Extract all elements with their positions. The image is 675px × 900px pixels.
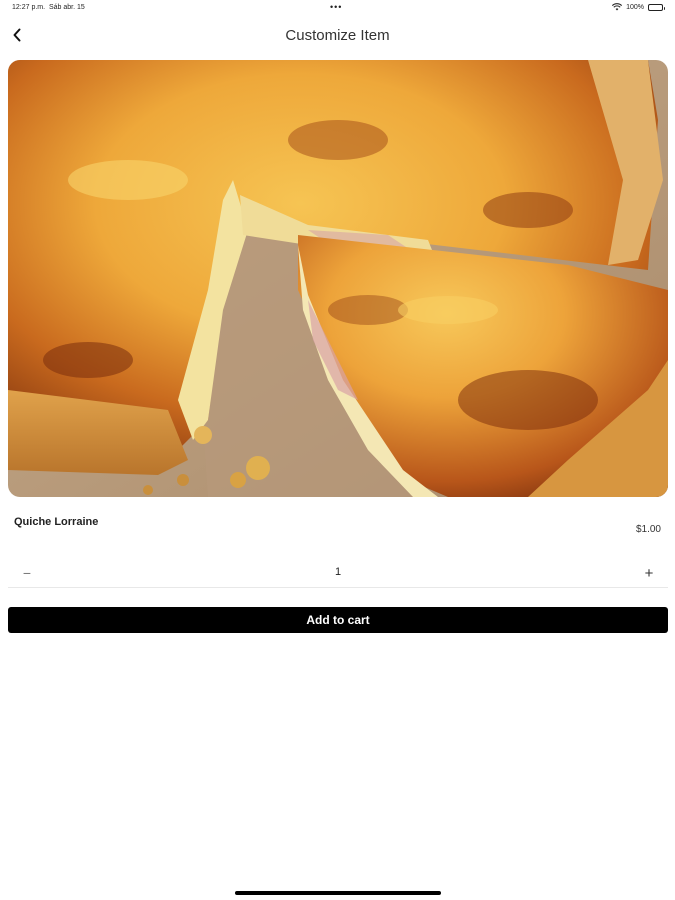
page-title: Customize Item [285,27,390,44]
item-image [8,60,668,497]
quiche-photo [8,60,668,497]
add-to-cart-button[interactable]: Add to cart [8,607,668,633]
wifi-icon [612,3,623,11]
battery-percent: 100% [626,3,644,11]
quantity-value: 1 [334,566,342,578]
status-time: 12:27 p.m. [12,4,46,11]
status-date: Sáb abr. 15 [48,4,85,11]
quantity-stepper: − 1 + [8,558,668,588]
multitasking-dots[interactable]: ••• [330,2,342,12]
home-indicator[interactable] [235,891,441,895]
status-bar: 12:27 p.m. Sáb abr. 15 ••• 100% [0,0,675,16]
item-name: Quiche Lorraine [14,516,99,528]
status-indicators: 100% [612,3,665,11]
increment-button[interactable]: + [640,564,658,582]
item-price: $1.00 [635,524,661,535]
status-time-date: 12:27 p.m. Sáb abr. 15 [12,4,85,11]
navigation-bar: Customize Item [0,22,675,48]
battery-icon [648,3,665,11]
